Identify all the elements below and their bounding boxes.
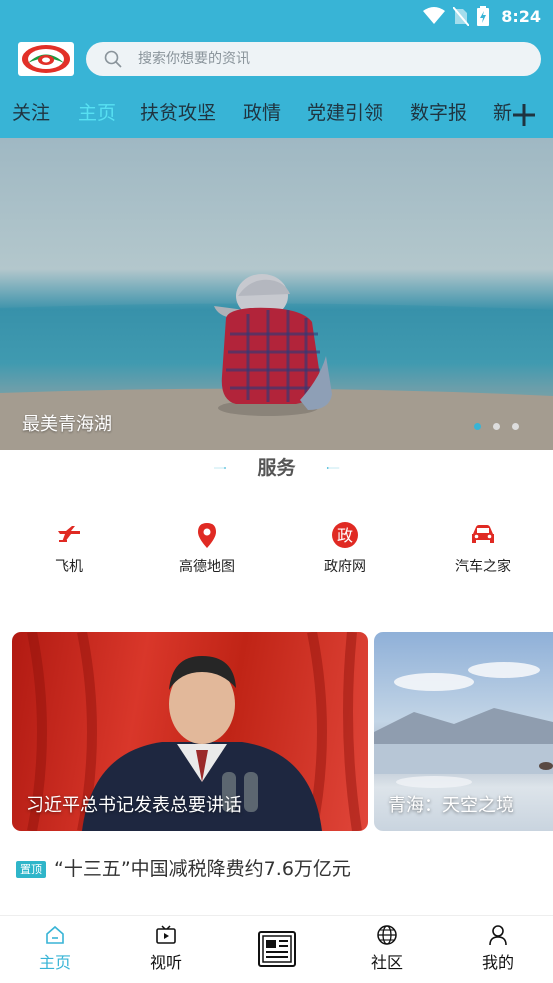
- tab-new[interactable]: 新: [493, 100, 512, 126]
- section-deco-right: [326, 467, 340, 469]
- nav-label: 主页: [38, 953, 71, 972]
- carousel-indicator: [474, 423, 519, 430]
- wifi-icon: [423, 7, 446, 24]
- carousel-dot: [512, 423, 519, 430]
- user-icon: [489, 925, 507, 946]
- banner-caption: 最美青海湖: [22, 414, 112, 435]
- nav-profile[interactable]: 我的: [443, 916, 553, 983]
- banner-carousel[interactable]: [0, 138, 553, 450]
- battery-charging-icon: [477, 6, 490, 26]
- service-amap[interactable]: 高德地图: [152, 520, 262, 580]
- government-glyph: 政: [337, 526, 353, 545]
- status-time: 8:24: [501, 6, 541, 26]
- map-pin-icon: [198, 523, 216, 548]
- airplane-icon: [58, 526, 80, 542]
- tv-icon: [156, 925, 176, 944]
- card-caption: 青海：天空之境: [388, 795, 514, 816]
- service-label: 汽车之家: [455, 559, 511, 575]
- service-car-home[interactable]: 汽车之家: [428, 520, 538, 580]
- newspaper-icon[interactable]: [257, 929, 297, 969]
- search-placeholder: 搜索你想要的资讯: [138, 51, 250, 67]
- nav-community[interactable]: 社区: [332, 916, 442, 983]
- nav-home[interactable]: 主页: [0, 916, 110, 983]
- service-label: 政府网: [324, 559, 366, 575]
- tab-digital-paper[interactable]: 数字报: [410, 100, 467, 126]
- home-icon: [46, 925, 64, 944]
- search-icon: [104, 50, 122, 68]
- no-sim-icon: [453, 6, 470, 26]
- card-caption: 习近平总书记发表总要讲话: [26, 795, 242, 816]
- tab-party-building[interactable]: 党建引领: [307, 100, 383, 126]
- status-icons: 8:24: [423, 5, 541, 27]
- nav-label: 我的: [481, 953, 514, 972]
- add-tab-icon[interactable]: [512, 103, 536, 127]
- bottom-nav: 主页 视听 社区 我的: [0, 916, 553, 983]
- category-tabs: 关注 主页 扶贫攻坚 政情 党建引领 数字报 新: [0, 96, 553, 136]
- status-bar: 8:24: [0, 0, 553, 32]
- pinned-badge: 置顶: [16, 860, 46, 878]
- tab-follow[interactable]: 关注: [12, 100, 50, 126]
- services-title: 服务: [257, 457, 296, 479]
- feature-card[interactable]: 青海：天空之境: [374, 632, 553, 831]
- nav-label: 视听: [149, 953, 182, 972]
- tab-home[interactable]: 主页: [78, 100, 116, 126]
- logo-mark-icon: [22, 45, 70, 73]
- app-logo[interactable]: [18, 42, 74, 76]
- globe-icon: [377, 925, 397, 945]
- service-airplane[interactable]: 飞机: [14, 520, 124, 580]
- government-icon: 政: [332, 522, 358, 548]
- tab-poverty-alleviation[interactable]: 扶贫攻坚: [140, 100, 216, 126]
- nav-audio-video[interactable]: 视听: [111, 916, 221, 983]
- pinned-headline[interactable]: 置顶 “十三五”中国减税降费约7.6万亿元: [16, 855, 351, 883]
- service-label: 飞机: [55, 559, 83, 575]
- car-icon: [472, 525, 494, 543]
- service-government[interactable]: 政 政府网: [290, 520, 400, 580]
- tab-politics[interactable]: 政情: [243, 100, 281, 126]
- nav-label: 社区: [370, 953, 403, 972]
- pinned-title: “十三五”中国减税降费约7.6万亿元: [54, 858, 351, 880]
- feature-card[interactable]: 习近平总书记发表总要讲话: [12, 632, 368, 831]
- carousel-dot-active: [474, 423, 481, 430]
- service-label: 高德地图: [179, 559, 235, 575]
- carousel-dot: [493, 423, 500, 430]
- services-section-header: 服务: [0, 454, 553, 482]
- search-bar[interactable]: 搜索你想要的资讯: [86, 42, 541, 76]
- app-header: 8:24 搜索你想要的资讯 关注 主页 扶贫攻坚 政情 党建引领 数字报 新: [0, 0, 553, 138]
- banner-image: [0, 274, 553, 450]
